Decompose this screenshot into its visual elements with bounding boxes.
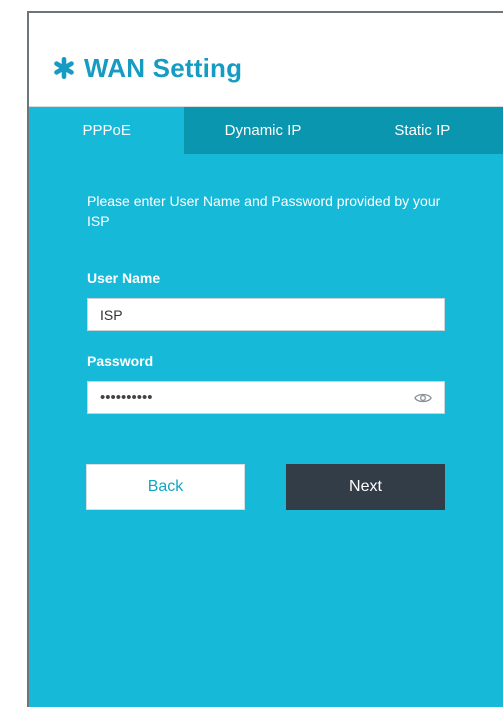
tab-dynamic-ip[interactable]: Dynamic IP	[184, 107, 342, 154]
wan-setting-panel: PPPoE Dynamic IP Static IP Please enter …	[29, 107, 503, 707]
next-button[interactable]: Next	[286, 464, 445, 510]
page-title-text: WAN Setting	[84, 53, 243, 83]
instruction-text: Please enter User Name and Password prov…	[87, 193, 441, 229]
eye-icon[interactable]	[414, 391, 432, 405]
asterisk-icon	[54, 57, 74, 79]
tab-static-ip[interactable]: Static IP	[341, 107, 503, 154]
password-input[interactable]: ••••••••••	[87, 381, 445, 414]
header: WAN Setting	[29, 13, 503, 107]
username-input[interactable]: ISP	[87, 298, 445, 331]
page-title: WAN Setting	[53, 53, 242, 83]
password-value: ••••••••••	[100, 389, 153, 406]
password-label: Password	[87, 353, 154, 369]
connection-type-tabs: PPPoE Dynamic IP Static IP	[29, 107, 503, 154]
username-value: ISP	[100, 306, 123, 323]
username-label: User Name	[87, 270, 161, 286]
tab-pppoe[interactable]: PPPoE	[29, 107, 185, 154]
back-button[interactable]: Back	[86, 464, 245, 510]
wan-setting-window: WAN Setting PPPoE Dynamic IP Static IP P…	[27, 11, 503, 707]
